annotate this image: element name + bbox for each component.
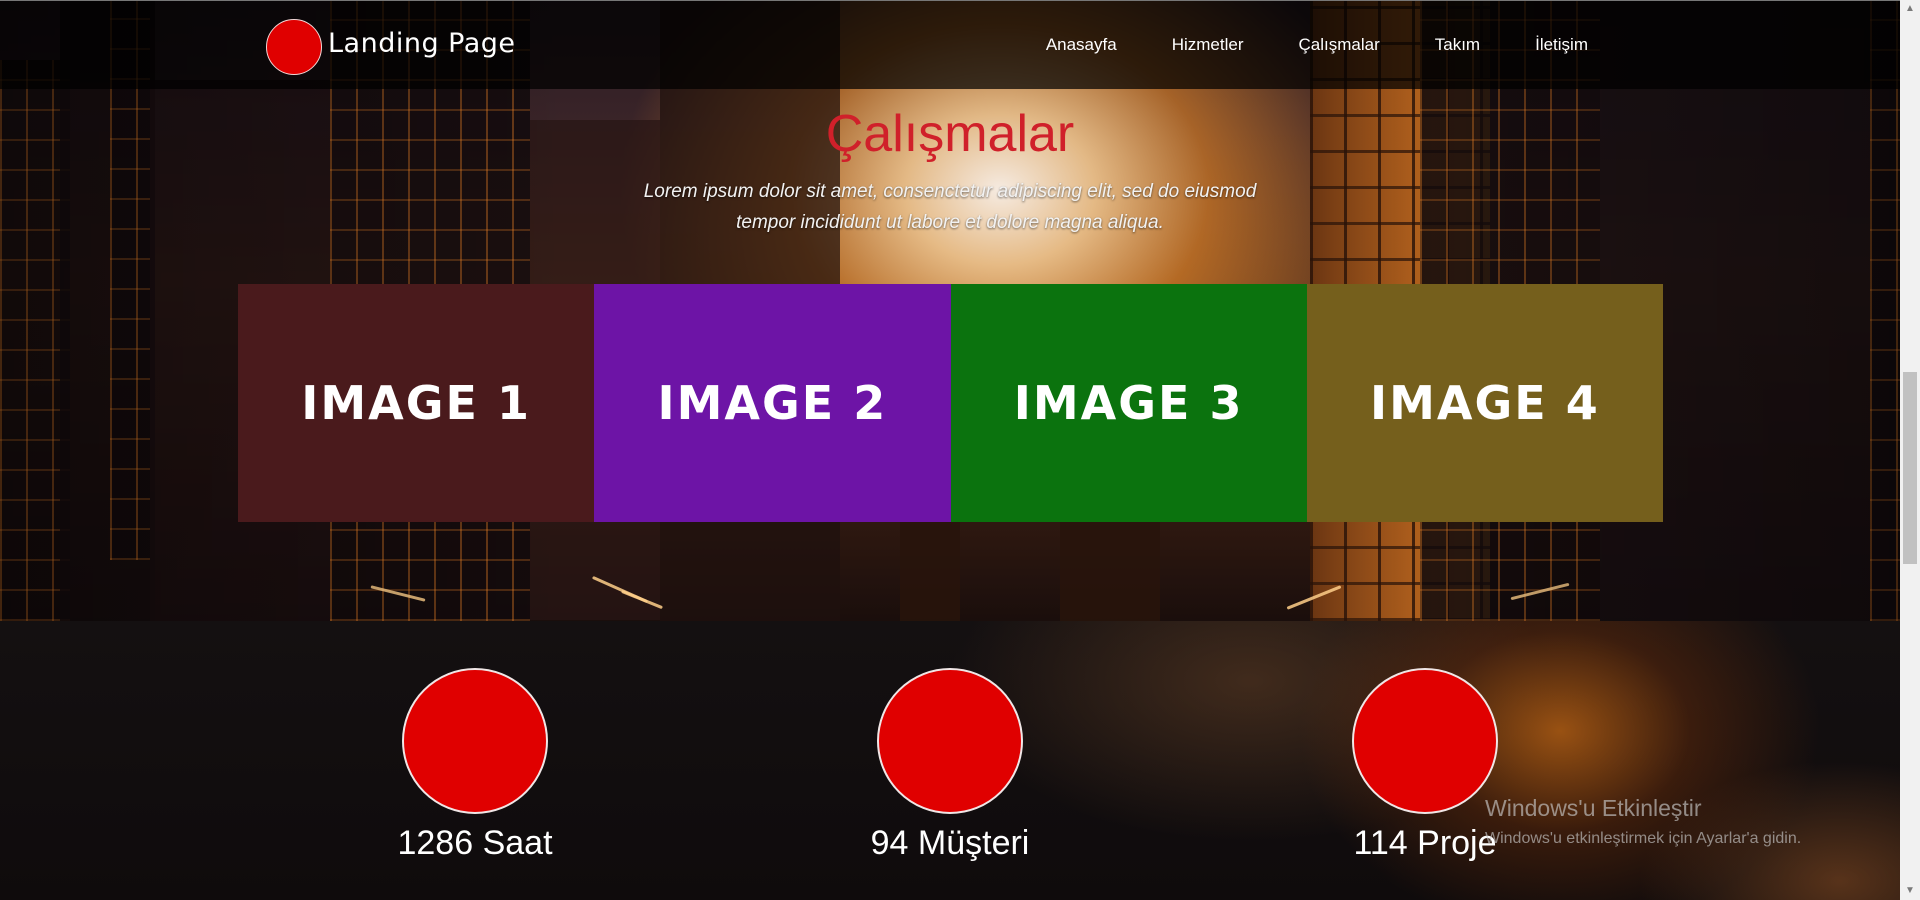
landing-page: Landing Page Anasayfa Hizmetler Çalışmal… [0,0,1920,900]
nav-link-anasayfa[interactable]: Anasayfa [1046,35,1117,55]
nav-link-iletisim[interactable]: İletişim [1535,35,1588,55]
section-title: Çalışmalar [825,105,1075,163]
scroll-down-arrow-icon[interactable]: ▼ [1900,882,1920,900]
stat-circle-icon [402,668,548,814]
stats-section: 1286 Saat 94 Müşteri 114 Proje [0,621,1900,900]
stat-customers: 94 Müşteri [820,668,1080,863]
stat-circle-icon [877,668,1023,814]
works-gallery: IMAGE 1 IMAGE 2 IMAGE 3 IMAGE 4 [238,284,1663,522]
stat-hours: 1286 Saat [345,668,605,863]
nav-link-takim[interactable]: Takım [1435,35,1480,55]
stat-label: 94 Müşteri [870,824,1030,862]
work-tile-3[interactable]: IMAGE 3 [950,284,1307,522]
windows-activation-watermark: Windows'u Etkinleştir Windows'u etkinleş… [1485,795,1801,848]
scroll-thumb[interactable] [1903,372,1917,564]
navbar: Landing Page Anasayfa Hizmetler Çalışmal… [0,0,1900,89]
nav-link-hizmetler[interactable]: Hizmetler [1172,35,1244,55]
logo-text[interactable]: Landing Page [328,28,516,59]
work-tile-4[interactable]: IMAGE 4 [1306,284,1663,522]
nav-link-calismalar[interactable]: Çalışmalar [1299,35,1380,55]
scroll-up-arrow-icon[interactable]: ▲ [1900,0,1920,18]
vertical-scrollbar[interactable]: ▲ ▼ [1900,0,1920,900]
stat-circle-icon [1352,668,1498,814]
watermark-subtitle: Windows'u etkinleştirmek için Ayarlar'a … [1485,830,1802,847]
section-description: Lorem ipsum dolor sit amet, consenctetur… [643,181,1257,233]
stat-label: 1286 Saat [397,824,553,862]
work-tile-2[interactable]: IMAGE 2 [594,284,951,522]
logo-circle-icon[interactable] [266,19,322,75]
watermark-title: Windows'u Etkinleştir [1485,795,1702,821]
nav-links: Anasayfa Hizmetler Çalışmalar Takım İlet… [991,35,1588,55]
work-tile-1[interactable]: IMAGE 1 [238,284,595,522]
